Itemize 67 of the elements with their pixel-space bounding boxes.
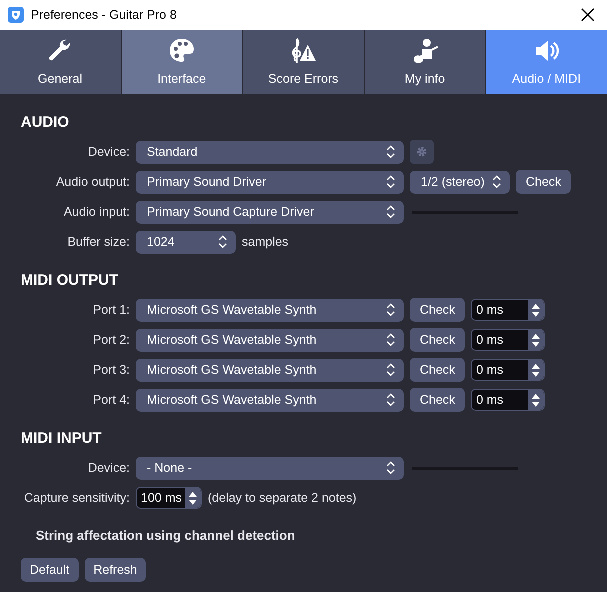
dropdown[interactable]: Primary Sound Capture Driver xyxy=(136,200,404,224)
check-button[interactable]: Check xyxy=(516,170,572,194)
updown-chevron-icon xyxy=(386,393,396,407)
hint-text: samples xyxy=(242,235,289,249)
settings-icon xyxy=(416,146,428,158)
dropdown[interactable]: Microsoft GS Wavetable Synth xyxy=(136,388,404,412)
down-arrow-icon xyxy=(532,402,540,406)
field-label: Audio output: xyxy=(56,175,130,189)
tab[interactable]: General xyxy=(0,30,122,94)
up-arrow-icon xyxy=(532,394,540,398)
field-label: Buffer size: xyxy=(68,235,130,249)
section-heading: MIDI INPUT xyxy=(21,430,102,448)
spin-field[interactable]: 100 ms xyxy=(136,487,202,509)
field-label: Port 4: xyxy=(93,393,130,407)
updown-chevron-icon xyxy=(386,363,396,377)
dropdown[interactable]: - None - xyxy=(136,456,404,480)
updown-chevron-icon xyxy=(218,235,228,249)
up-arrow-icon xyxy=(532,364,540,368)
dropdown[interactable]: Microsoft GS Wavetable Synth xyxy=(136,328,404,352)
spin-field[interactable]: 0 ms xyxy=(471,329,546,351)
footer-button[interactable]: Default xyxy=(21,558,79,582)
window-title: Preferences - Guitar Pro 8 xyxy=(31,8,178,22)
field-label: Port 1: xyxy=(93,303,130,317)
updown-chevron-icon xyxy=(386,333,396,347)
updown-chevron-icon xyxy=(492,175,502,189)
updown-chevron-icon xyxy=(386,145,396,159)
down-arrow-icon xyxy=(532,372,540,376)
check-button[interactable]: Check xyxy=(410,328,466,352)
app-logo-icon xyxy=(8,7,24,23)
updown-chevron-icon xyxy=(386,303,396,317)
dropdown[interactable]: Primary Sound Driver xyxy=(136,170,404,194)
check-button[interactable]: Check xyxy=(410,388,466,412)
down-arrow-icon xyxy=(532,342,540,346)
hint-text: (delay to separate 2 notes) xyxy=(208,491,357,505)
spin-field[interactable]: 0 ms xyxy=(471,359,546,381)
field-label: Device: xyxy=(88,145,130,159)
palette-icon xyxy=(168,37,196,65)
field-label: Port 2: xyxy=(93,333,130,347)
spin-field[interactable]: 0 ms xyxy=(471,389,546,411)
dropdown[interactable]: Standard xyxy=(136,140,404,164)
tab[interactable]: Interface xyxy=(122,30,244,94)
dropdown[interactable]: Microsoft GS Wavetable Synth xyxy=(136,358,404,382)
check-button[interactable]: Check xyxy=(410,298,466,322)
field-label: Port 3: xyxy=(93,363,130,377)
field-label: Capture sensitivity: xyxy=(24,491,130,505)
down-arrow-icon xyxy=(532,312,540,316)
option-label: String affectation using channel detection xyxy=(36,528,296,543)
dropdown[interactable]: 1/2 (stereo) xyxy=(410,170,510,194)
updown-chevron-icon xyxy=(386,205,396,219)
tab[interactable]: Score Errors xyxy=(243,30,365,94)
updown-chevron-icon xyxy=(386,175,396,189)
tab[interactable]: My info xyxy=(364,30,486,94)
field-label: Audio input: xyxy=(64,205,130,219)
check-button[interactable]: Check xyxy=(410,358,466,382)
close-icon[interactable] xyxy=(581,8,595,22)
updown-chevron-icon xyxy=(386,461,396,475)
up-arrow-icon xyxy=(189,492,197,496)
spin-field[interactable]: 0 ms xyxy=(471,299,546,321)
dropdown[interactable]: 1024 xyxy=(136,230,236,254)
up-arrow-icon xyxy=(532,334,540,338)
dropdown[interactable]: Microsoft GS Wavetable Synth xyxy=(136,298,404,322)
section-heading: MIDI OUTPUT xyxy=(21,272,118,290)
down-arrow-icon xyxy=(189,500,197,504)
footer-button[interactable]: Refresh xyxy=(84,558,146,582)
up-arrow-icon xyxy=(532,304,540,308)
field-label: Device: xyxy=(88,461,130,475)
section-heading: AUDIO xyxy=(21,114,70,132)
